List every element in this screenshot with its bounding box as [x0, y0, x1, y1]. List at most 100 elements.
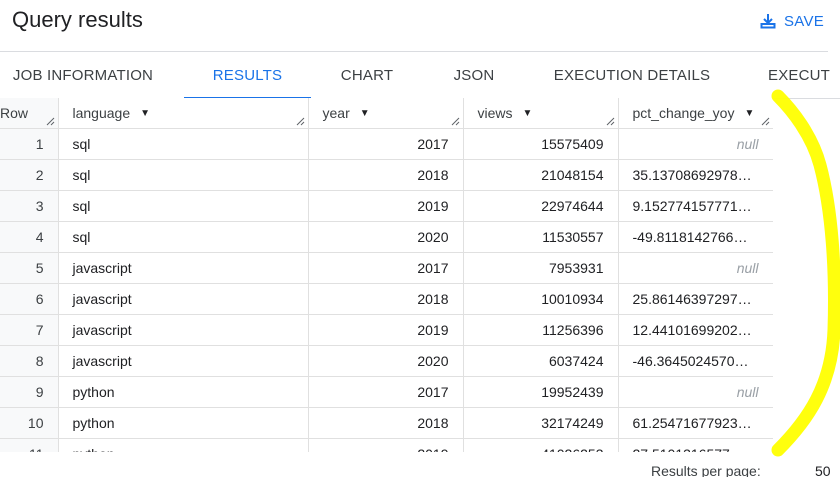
row-number: 5 [0, 252, 59, 284]
table-row[interactable]: 1 sql 2017 15575409 null [0, 128, 773, 160]
resize-handle-icon[interactable] [296, 117, 305, 126]
cell-year[interactable]: 2017 [308, 252, 464, 284]
table-row[interactable]: 10 python 2018 32174249 61.25471677923… [0, 407, 773, 439]
tab-results[interactable]: RESULTS [184, 52, 311, 99]
tab-json[interactable]: JSON [446, 52, 502, 98]
cell-views[interactable]: 6037424 [463, 345, 619, 377]
row-number: 11 [0, 438, 59, 452]
tab-execution-details[interactable]: EXECUTION DETAILS [552, 52, 712, 98]
row-number: 8 [0, 345, 59, 377]
sort-arrow-icon[interactable]: ▼ [744, 108, 754, 119]
column-header-year[interactable]: year ▼ [308, 98, 464, 129]
cell-language[interactable]: javascript [58, 345, 309, 377]
sort-arrow-icon[interactable]: ▼ [523, 108, 533, 119]
cell-views[interactable]: 32174249 [463, 407, 619, 439]
cell-views[interactable]: 22974644 [463, 190, 619, 222]
results-tabs: JOB INFORMATION RESULTS CHART JSON EXECU… [0, 52, 840, 99]
cell-language[interactable]: python [58, 376, 309, 408]
table-row[interactable]: 5 javascript 2017 7953931 null [0, 252, 773, 284]
resize-handle-icon[interactable] [451, 117, 460, 126]
download-icon [760, 13, 776, 29]
cell-pct-change-yoy[interactable]: -46.3645024570… [618, 345, 773, 377]
resize-handle-icon[interactable] [606, 117, 615, 126]
query-results-panel: Query results SAVE JOB INFORMATION RESUL… [0, 0, 840, 477]
results-per-page-select[interactable]: 50 [815, 463, 831, 477]
row-number: 2 [0, 159, 59, 191]
row-number: 7 [0, 314, 59, 346]
cell-language[interactable]: python [58, 407, 309, 439]
cell-language[interactable]: sql [58, 128, 309, 160]
cell-pct-change-yoy[interactable]: null [618, 252, 773, 284]
sort-arrow-icon[interactable]: ▼ [140, 108, 150, 119]
cell-views[interactable]: 11530557 [463, 221, 619, 253]
row-number: 6 [0, 283, 59, 315]
cell-language[interactable]: python [58, 438, 309, 452]
cell-pct-change-yoy[interactable]: 9.152774157771… [618, 190, 773, 222]
page-title: Query results [12, 7, 143, 32]
cell-views[interactable]: 11256396 [463, 314, 619, 346]
cell-year[interactable]: 2018 [308, 283, 464, 315]
cell-language[interactable]: sql [58, 190, 309, 222]
cell-views[interactable]: 7953931 [463, 252, 619, 284]
cell-year[interactable]: 2020 [308, 345, 464, 377]
results-per-page-label: Results per page: [651, 463, 761, 477]
table-header-row: Row language ▼ year ▼ views ▼ pct_change… [0, 98, 773, 129]
resize-handle-icon[interactable] [46, 117, 55, 126]
cell-year[interactable]: 2020 [308, 221, 464, 253]
results-table: Row language ▼ year ▼ views ▼ pct_change… [0, 98, 773, 452]
cell-year[interactable]: 2018 [308, 407, 464, 439]
tab-job-information[interactable]: JOB INFORMATION [12, 52, 154, 98]
cell-pct-change-yoy[interactable]: 61.25471677923… [618, 407, 773, 439]
cell-views[interactable]: 41026253 [463, 438, 619, 452]
cell-year[interactable]: 2017 [308, 376, 464, 408]
save-button[interactable]: SAVE [760, 8, 824, 34]
table-row[interactable]: 8 javascript 2020 6037424 -46.3645024570… [0, 345, 773, 377]
cell-pct-change-yoy[interactable]: null [618, 128, 773, 160]
tab-execution-graph[interactable]: EXECUT [768, 52, 840, 98]
row-number: 9 [0, 376, 59, 408]
cell-views[interactable]: 10010934 [463, 283, 619, 315]
column-header-label: Row [0, 105, 29, 121]
cell-pct-change-yoy[interactable]: 25.86146397297… [618, 283, 773, 315]
row-number: 4 [0, 221, 59, 253]
pagination-footer: Results per page: 50 [0, 452, 840, 477]
table-row[interactable]: 3 sql 2019 22974644 9.152774157771… [0, 190, 773, 222]
cell-views[interactable]: 19952439 [463, 376, 619, 408]
column-header-views[interactable]: views ▼ [463, 98, 619, 129]
table-row[interactable]: 9 python 2017 19952439 null [0, 376, 773, 408]
column-header-row: Row [0, 98, 59, 129]
cell-views[interactable]: 21048154 [463, 159, 619, 191]
cell-year[interactable]: 2019 [308, 314, 464, 346]
cell-pct-change-yoy[interactable]: 27.5101316577… [618, 438, 773, 452]
cell-language[interactable]: javascript [58, 314, 309, 346]
resize-handle-icon[interactable] [761, 117, 770, 126]
cell-year[interactable]: 2019 [308, 190, 464, 222]
cell-year[interactable]: 2019 [308, 438, 464, 452]
table-row[interactable]: 7 javascript 2019 11256396 12.4410169920… [0, 314, 773, 346]
column-header-label: year [322, 105, 350, 121]
cell-pct-change-yoy[interactable]: 35.13708692978… [618, 159, 773, 191]
cell-views[interactable]: 15575409 [463, 128, 619, 160]
cell-language[interactable]: sql [58, 159, 309, 191]
column-header-label: pct_change_yoy [632, 105, 735, 121]
save-button-label: SAVE [784, 12, 825, 30]
cell-pct-change-yoy[interactable]: -49.8118142766… [618, 221, 773, 253]
cell-language[interactable]: javascript [58, 283, 309, 315]
results-header: Query results SAVE [0, 0, 840, 50]
table-row[interactable]: 2 sql 2018 21048154 35.13708692978… [0, 159, 773, 191]
table-row[interactable]: 4 sql 2020 11530557 -49.8118142766… [0, 221, 773, 253]
cell-language[interactable]: sql [58, 221, 309, 253]
cell-year[interactable]: 2017 [308, 128, 464, 160]
column-header-label: views [477, 105, 513, 121]
cell-pct-change-yoy[interactable]: null [618, 376, 773, 408]
table-row[interactable]: 6 javascript 2018 10010934 25.8614639729… [0, 283, 773, 315]
column-header-pct-change-yoy[interactable]: pct_change_yoy ▼ [618, 98, 773, 129]
row-number: 10 [0, 407, 59, 439]
cell-year[interactable]: 2018 [308, 159, 464, 191]
cell-pct-change-yoy[interactable]: 12.44101699202… [618, 314, 773, 346]
table-row[interactable]: 11 python 2019 41026253 27.5101316577… [0, 438, 773, 452]
column-header-language[interactable]: language ▼ [58, 98, 309, 129]
sort-arrow-icon[interactable]: ▼ [360, 108, 370, 119]
tab-chart[interactable]: CHART [332, 52, 402, 98]
cell-language[interactable]: javascript [58, 252, 309, 284]
